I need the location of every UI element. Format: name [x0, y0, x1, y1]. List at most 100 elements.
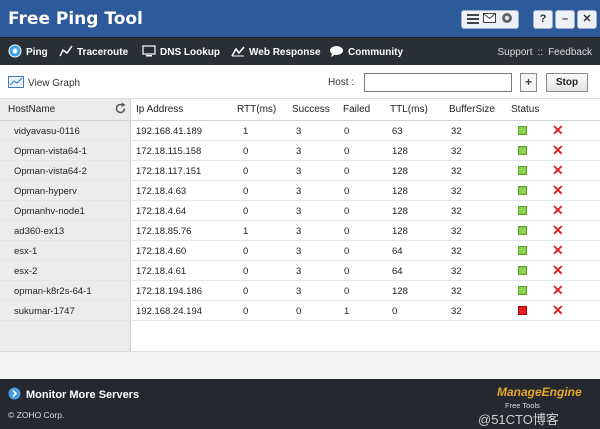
col-buffersize[interactable]: BufferSize: [449, 104, 495, 115]
table-row[interactable]: esx-2 172.18.4.61 0 3 0 64 32 ✕: [0, 261, 600, 281]
delete-icon[interactable]: ✕: [552, 162, 564, 178]
help-button[interactable]: ?: [533, 10, 553, 29]
cell-ttl: 128: [392, 186, 408, 197]
mail-icon[interactable]: [483, 13, 497, 26]
nav-label: DNS Lookup: [160, 46, 220, 58]
status-up-icon: [518, 186, 527, 195]
stop-button[interactable]: Stop: [546, 73, 588, 92]
cell-success: 3: [296, 226, 302, 237]
chevron-right-icon: [8, 387, 21, 403]
cell-failed: 0: [344, 286, 350, 297]
dns-icon: [142, 44, 156, 60]
cell-rtt: 0: [243, 246, 249, 257]
cell-rtt: 1: [243, 226, 249, 237]
nav-label: Ping: [26, 46, 48, 58]
cell-rtt: 0: [243, 266, 249, 277]
table-row[interactable]: sukumar-1747 192.168.24.194 0 0 1 0 32 ✕: [0, 301, 600, 321]
list-icon[interactable]: [467, 13, 480, 27]
cell-hostname: esx-1: [14, 246, 38, 257]
cell-ttl: 0: [392, 306, 398, 317]
cell-failed: 0: [344, 166, 350, 177]
delete-icon[interactable]: ✕: [552, 262, 564, 278]
watermark: @51CTO博客: [478, 412, 559, 427]
monitor-label: Monitor More Servers: [26, 389, 140, 401]
cell-ttl: 63: [392, 126, 403, 137]
view-graph-label: View Graph: [28, 78, 81, 89]
status-up-icon: [518, 126, 527, 135]
col-status[interactable]: Status: [511, 104, 539, 115]
col-failed[interactable]: Failed: [343, 104, 370, 115]
cell-failed: 0: [344, 146, 350, 157]
table-row[interactable]: ad360-ex13 172.18.85.76 1 3 0 128 32 ✕: [0, 221, 600, 241]
cell-hostname: Opmanhv-node1: [14, 206, 85, 217]
cell-success: 3: [296, 206, 302, 217]
table-row[interactable]: Opman-hyperv 172.18.4.63 0 3 0 128 32 ✕: [0, 181, 600, 201]
view-graph-button[interactable]: View Graph: [8, 76, 80, 91]
delete-icon[interactable]: ✕: [552, 182, 564, 198]
status-up-icon: [518, 226, 527, 235]
monitor-more-servers-link[interactable]: Monitor More Servers: [8, 387, 139, 403]
delete-icon[interactable]: ✕: [552, 122, 564, 138]
cell-success: 3: [296, 166, 302, 177]
delete-icon[interactable]: ✕: [552, 142, 564, 158]
nav-label: Traceroute: [77, 46, 129, 58]
delete-icon[interactable]: ✕: [552, 302, 564, 318]
nav-links: Support :: Feedback: [497, 38, 592, 66]
table-row[interactable]: Opman-vista64-1 172.18.115.158 0 3 0 128 32 ✕: [0, 141, 600, 161]
cell-rtt: 0: [243, 206, 249, 217]
delete-icon[interactable]: ✕: [552, 242, 564, 258]
col-success[interactable]: Success: [292, 104, 330, 115]
table-row[interactable]: opman-k8r2s-64-1 172.18.194.186 0 3 0 128 32 ✕: [0, 281, 600, 301]
feedback-link[interactable]: Feedback: [548, 47, 592, 58]
nav-label: Web Response: [249, 46, 321, 58]
delete-icon[interactable]: ✕: [552, 202, 564, 218]
status-up-icon: [518, 266, 527, 275]
gear-icon[interactable]: [501, 12, 513, 27]
cell-success: 3: [296, 126, 302, 137]
nav-item-web-response[interactable]: Web Response: [231, 38, 321, 66]
col-ttl[interactable]: TTL(ms): [390, 104, 428, 115]
table-row[interactable]: Opmanhv-node1 172.18.4.64 0 3 0 128 32 ✕: [0, 201, 600, 221]
nav-item-community[interactable]: Community: [329, 38, 403, 66]
cell-rtt: 0: [243, 286, 249, 297]
cell-success: 3: [296, 146, 302, 157]
host-label: Host :: [328, 77, 355, 88]
cell-success: 3: [296, 186, 302, 197]
trace-icon: [59, 45, 73, 60]
status-up-icon: [518, 166, 527, 175]
status-up-icon: [518, 246, 527, 255]
cell-failed: 1: [344, 306, 350, 317]
close-button[interactable]: ✕: [577, 10, 597, 29]
minimize-button[interactable]: –: [555, 10, 575, 29]
col-ip-address[interactable]: Ip Address: [136, 104, 183, 115]
table-row[interactable]: Opman-vista64-2 172.18.117.151 0 3 0 128 32 ✕: [0, 161, 600, 181]
table-empty-area: [0, 351, 600, 379]
table-row[interactable]: vidyavasu-0116 192.168.41.189 1 3 0 63 32 ✕: [0, 121, 600, 141]
host-input[interactable]: [364, 73, 512, 92]
cell-ip-address: 172.18.85.76: [136, 226, 192, 237]
col-hostname[interactable]: HostName: [8, 104, 55, 115]
cell-hostname: ad360-ex13: [14, 226, 65, 237]
delete-icon[interactable]: ✕: [552, 222, 564, 238]
cell-buffersize: 32: [451, 146, 462, 157]
status-up-icon: [518, 206, 527, 215]
delete-icon[interactable]: ✕: [552, 282, 564, 298]
status-down-icon: [518, 306, 527, 315]
col-rtt[interactable]: RTT(ms): [237, 104, 276, 115]
cell-ip-address: 172.18.194.186: [136, 286, 203, 297]
refresh-icon[interactable]: [114, 102, 127, 118]
footer: Monitor More Servers © ZOHO Corp. Manage…: [0, 379, 600, 429]
support-link[interactable]: Support: [497, 47, 532, 58]
cell-buffersize: 32: [451, 246, 462, 257]
status-up-icon: [518, 146, 527, 155]
nav-item-ping[interactable]: Ping: [8, 38, 48, 66]
table-row[interactable]: esx-1 172.18.4.60 0 3 0 64 32 ✕: [0, 241, 600, 261]
cell-rtt: 0: [243, 186, 249, 197]
nav-separator: ::: [537, 46, 544, 58]
nav-bar: Ping Traceroute DNS Lookup Web Response …: [0, 37, 600, 65]
nav-item-traceroute[interactable]: Traceroute: [59, 38, 128, 66]
nav-item-dns-lookup[interactable]: DNS Lookup: [142, 38, 220, 66]
cell-failed: 0: [344, 186, 350, 197]
add-host-button[interactable]: +: [520, 73, 537, 92]
cell-success: 3: [296, 246, 302, 257]
